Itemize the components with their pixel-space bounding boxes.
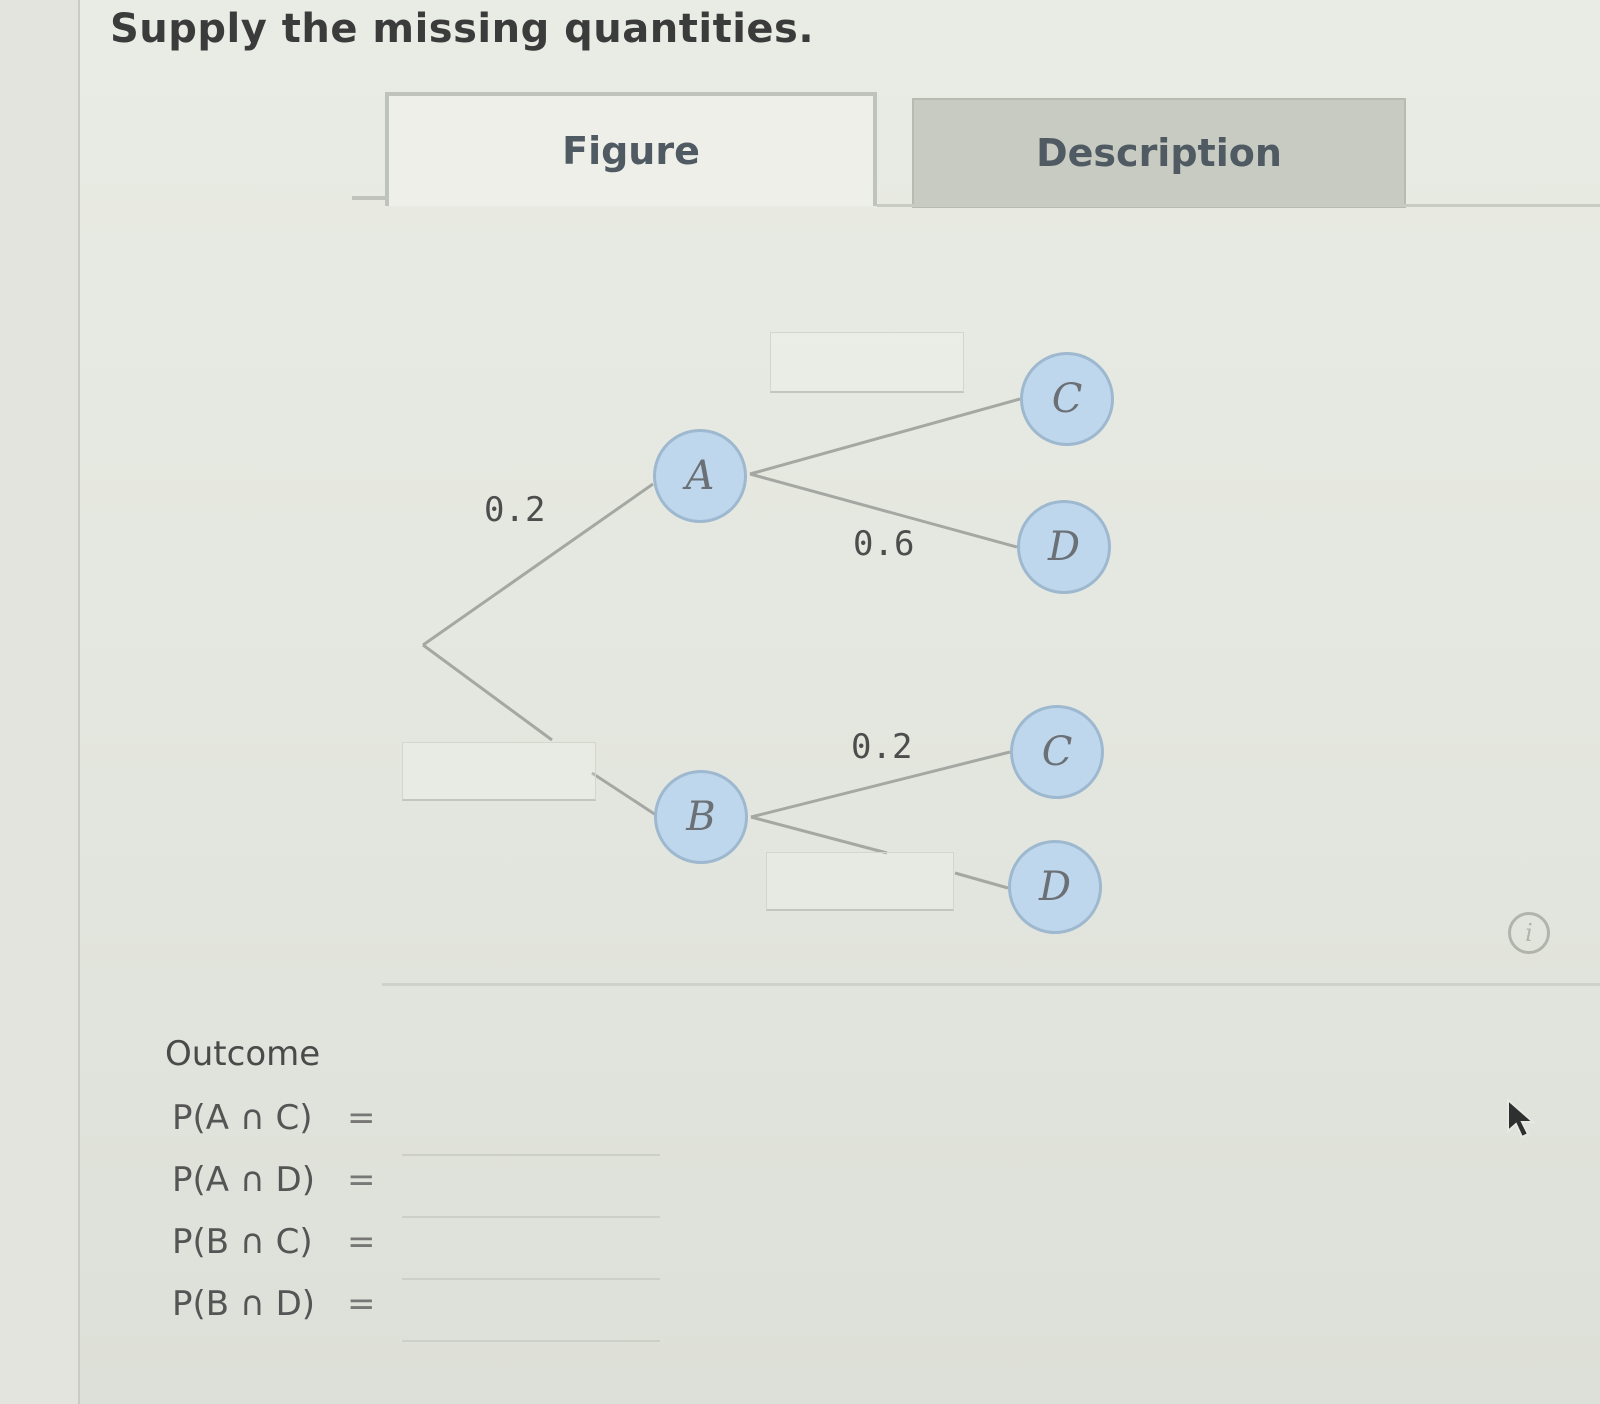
outcome-label: P(B ∩ D) <box>172 1284 316 1324</box>
info-icon[interactable]: i <box>1508 912 1550 954</box>
branch-root-b-lower <box>591 771 657 817</box>
node-b-d: D <box>1008 840 1102 934</box>
node-b-c: C <box>1010 705 1104 799</box>
outcome-input-b-d[interactable] <box>402 1310 660 1342</box>
outcome-label: P(A ∩ C) <box>172 1098 313 1138</box>
outcome-label: P(A ∩ D) <box>172 1160 315 1200</box>
equals-sign: = <box>347 1098 376 1138</box>
node-b: B <box>654 770 748 864</box>
node-a-c: C <box>1020 352 1114 446</box>
mouse-pointer-icon <box>1507 1097 1536 1139</box>
input-branch-a-c[interactable] <box>770 332 964 393</box>
outcome-input-b-c[interactable] <box>402 1248 660 1280</box>
outcome-heading: Outcome <box>165 1034 321 1074</box>
input-branch-b-d[interactable] <box>766 852 954 911</box>
outcome-input-a-d[interactable] <box>402 1186 660 1218</box>
node-a-d: D <box>1017 500 1111 594</box>
equals-sign: = <box>347 1222 376 1262</box>
section-divider <box>382 983 1600 986</box>
input-branch-root-b[interactable] <box>402 742 596 801</box>
node-a: A <box>653 429 747 523</box>
equals-sign: = <box>347 1284 376 1324</box>
branch-a-c <box>749 397 1021 476</box>
outcome-label: P(B ∩ C) <box>172 1222 313 1262</box>
branch-root-b-upper <box>422 643 553 742</box>
branch-b-d-upper <box>750 815 888 855</box>
branch-b-d-lower <box>954 871 1009 890</box>
prob-label-a-d: 0.6 <box>853 524 915 564</box>
prob-label-b-c: 0.2 <box>851 727 913 767</box>
equals-sign: = <box>347 1160 376 1200</box>
outcome-input-a-c[interactable] <box>402 1124 660 1156</box>
prob-label-a: 0.2 <box>484 490 546 530</box>
